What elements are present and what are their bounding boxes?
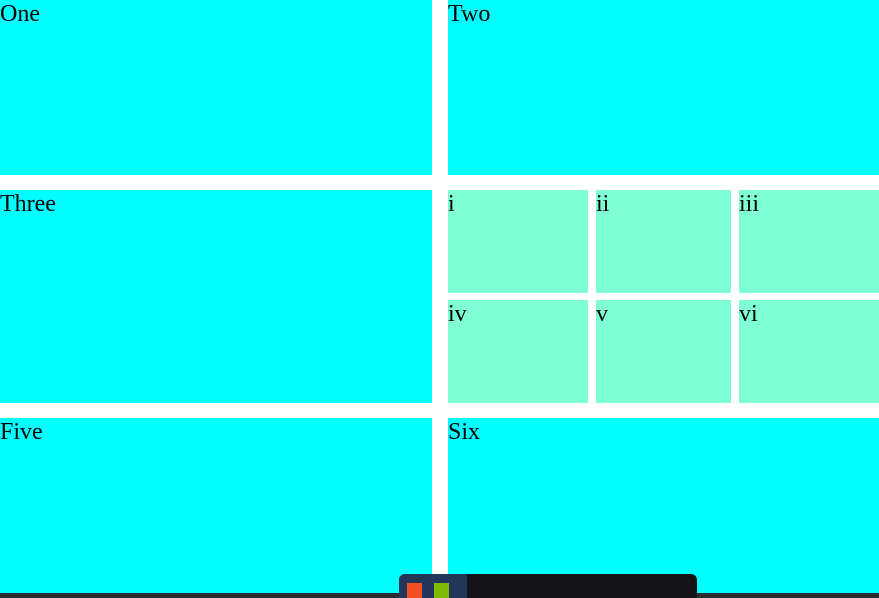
cell-label: v bbox=[596, 301, 608, 327]
cell-label: One bbox=[0, 1, 40, 27]
cell-label: ii bbox=[596, 191, 610, 217]
nested-cell-ii: ii bbox=[596, 190, 731, 293]
cell-label: Six bbox=[448, 419, 481, 445]
windows-logo-icon[interactable] bbox=[399, 574, 467, 598]
grid-cell-two: Two bbox=[448, 0, 879, 175]
cell-label: Two bbox=[448, 1, 491, 27]
nested-cell-iii: iii bbox=[739, 190, 879, 293]
nested-cell-iv: iv bbox=[448, 300, 588, 403]
grid-cell-six: Six bbox=[448, 418, 879, 598]
cell-label: Five bbox=[0, 419, 43, 445]
nested-cell-vi: vi bbox=[739, 300, 879, 403]
grid-cell-three: Three bbox=[0, 190, 432, 403]
cell-label: vi bbox=[739, 301, 758, 327]
cell-label: iv bbox=[448, 301, 467, 327]
grid-cell-five: Five bbox=[0, 418, 432, 598]
cell-label: iii bbox=[739, 191, 760, 217]
grid-cell-one: One bbox=[0, 0, 432, 175]
cell-label: i bbox=[448, 191, 455, 217]
taskbar-preview[interactable] bbox=[399, 574, 697, 598]
nested-cell-v: v bbox=[596, 300, 731, 403]
cell-label: Three bbox=[0, 191, 56, 217]
nested-cell-i: i bbox=[448, 190, 588, 293]
